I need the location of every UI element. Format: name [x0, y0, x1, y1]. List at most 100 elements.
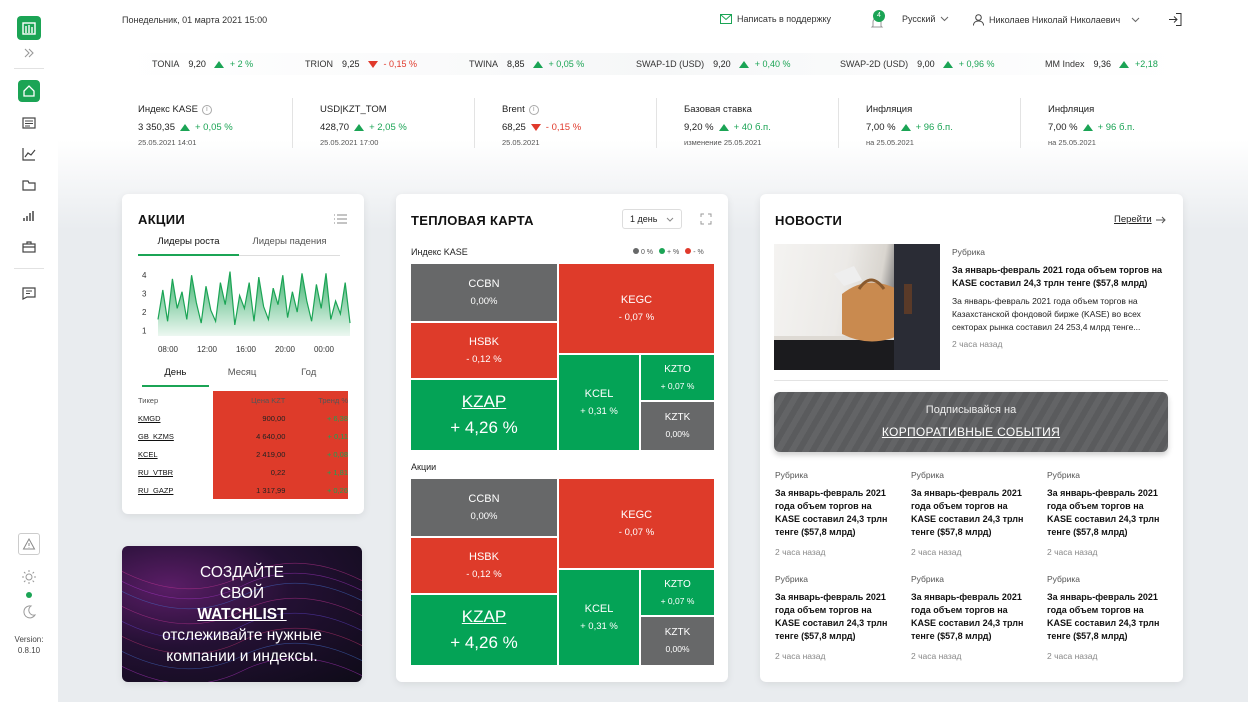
news-goto-link[interactable]: Перейти	[1114, 214, 1166, 225]
cell-ticker: CCBN	[468, 492, 500, 505]
version-number: 0.8.10	[17, 646, 41, 655]
ticker-item[interactable]: TRION 9,25 - 0,15 %	[305, 59, 417, 69]
table-row[interactable]: KCEL 2 419,00 + 0,08	[138, 445, 348, 463]
news-rubric: Рубрика	[775, 470, 808, 480]
arrow-up-icon	[942, 60, 953, 68]
news-main-image[interactable]	[774, 244, 940, 370]
news-item[interactable]: Рубрика За январь-февраль 2021 года объем…	[1047, 470, 1167, 557]
cell-ticker: KCEL	[584, 602, 614, 615]
table-row[interactable]: GB_KZMS 4 640,00 + 0,11	[138, 427, 348, 445]
heatmap-cell-kzto[interactable]: KZTO + 0,07 %	[640, 569, 715, 616]
news-item[interactable]: Рубрика За январь-февраль 2021 года объем…	[775, 470, 895, 557]
indicator-item[interactable]: Brent i 68,25 - 0,15 % 25.05.2021	[502, 104, 672, 147]
table-header: Тикер Цена KZT Тренд %	[138, 391, 348, 409]
heatmap-cell-kztk[interactable]: KZTK 0,00%	[640, 401, 715, 451]
chart-line-icon[interactable]	[18, 143, 40, 165]
heatmap-cell-hsbk[interactable]: HSBK - 0,12 %	[410, 537, 558, 594]
indicator-change: + 2,05 %	[369, 122, 407, 133]
ticker-item[interactable]: MM Index 9,36 +2,18	[1045, 59, 1158, 69]
subscribe-banner[interactable]: Подписывайся на КОРПОРАТИВНЫЕ СОБЫТИЯ	[774, 392, 1168, 452]
cell-percent: - 0,12 %	[466, 353, 502, 365]
message-icon[interactable]	[18, 282, 40, 304]
news-main[interactable]: Рубрика За январь-февраль 2021 года объе…	[952, 246, 1167, 351]
heatmap-cell-kegc[interactable]: KEGC - 0,07 %	[558, 263, 715, 354]
subscribe-line2: КОРПОРАТИВНЫЕ СОБЫТИЯ	[881, 425, 1061, 439]
table-row[interactable]: RU_VTBR 0,22 + 1,81	[138, 463, 348, 481]
language-select[interactable]: Русский	[902, 14, 949, 24]
arrow-up-icon	[900, 124, 911, 131]
heatmap-cell-ccbn[interactable]: CCBN 0,00%	[410, 478, 558, 537]
moon-icon[interactable]	[18, 601, 40, 623]
expand-icon[interactable]	[18, 42, 40, 64]
row-ticker[interactable]: GB_KZMS	[138, 427, 213, 445]
table-row[interactable]: KMGD 900,00 + 6,38	[138, 409, 348, 427]
heatmap-cell-kzap[interactable]: KZAP + 4,26 %	[410, 594, 558, 666]
logo-icon[interactable]	[17, 16, 41, 40]
tab-fall-leaders[interactable]: Лидеры падения	[239, 236, 340, 256]
row-ticker[interactable]: RU_VTBR	[138, 463, 213, 481]
list-icon[interactable]	[334, 214, 347, 224]
period-select[interactable]: 1 день	[622, 209, 682, 229]
tab-month[interactable]: Месяц	[208, 367, 276, 387]
heatmap-cell-kcel[interactable]: KCEL + 0,31 %	[558, 354, 640, 451]
table-row[interactable]: RU_GAZP 1 317,99 + 0,26	[138, 481, 348, 499]
ticker-item[interactable]: TWINA 8,85 + 0,05 %	[469, 59, 584, 69]
heatmap-cell-hsbk[interactable]: HSBK - 0,12 %	[410, 322, 558, 379]
ticker-item[interactable]: SWAP-2D (USD) 9,00 + 0,96 %	[840, 59, 994, 69]
cell-percent: + 0,07 %	[660, 595, 695, 606]
indicator-item[interactable]: USD|KZT_TOM 428,70 + 2,05 % 25.05.2021 17:0…	[320, 104, 490, 147]
support-link[interactable]: Написать в поддержку	[720, 14, 831, 24]
ticker-change: - 0,15 %	[383, 59, 418, 69]
divider	[656, 98, 657, 148]
news-time: 2 часа назад	[911, 651, 962, 661]
y-tick-label: 3	[142, 290, 147, 299]
indicator-item[interactable]: Инфляция 7,00 % + 96 б.п. на 25.05.2021	[1048, 104, 1218, 147]
watchlist-banner[interactable]: СОЗДАЙТЕ СВОЙ WATCHLIST отслеживайте нуж…	[122, 546, 362, 682]
heatmap-cell-kegc[interactable]: KEGC - 0,07 %	[558, 478, 715, 569]
theme-indicator	[26, 592, 32, 598]
home-icon[interactable]	[18, 80, 40, 102]
heatmap-cell-ccbn[interactable]: CCBN 0,00%	[410, 263, 558, 322]
ticker-name: SWAP-2D (USD)	[840, 59, 909, 69]
warning-icon[interactable]	[18, 533, 40, 555]
stocks-title: АКЦИИ	[138, 212, 186, 227]
news-item[interactable]: Рубрика За январь-февраль 2021 года объем…	[911, 470, 1031, 557]
indicator-item[interactable]: Инфляция 7,00 % + 96 б.п. на 25.05.2021	[866, 104, 1036, 147]
goto-label: Перейти	[1114, 214, 1152, 225]
news-rubric: Рубрика	[1047, 574, 1080, 584]
heatmap-cell-kzap[interactable]: KZAP + 4,26 %	[410, 379, 558, 451]
row-ticker[interactable]: KCEL	[138, 445, 213, 463]
folder-icon[interactable]	[18, 174, 40, 196]
news-icon[interactable]	[18, 112, 40, 134]
tab-growth-leaders[interactable]: Лидеры роста	[138, 236, 239, 256]
cell-percent: - 0,07 %	[618, 526, 655, 538]
ticker-item[interactable]: SWAP-1D (USD) 9,20 + 0,40 %	[636, 59, 790, 69]
news-item[interactable]: Рубрика За январь-февраль 2021 года объем…	[1047, 574, 1167, 661]
indicator-item[interactable]: Базовая ставка 9,20 % + 40 б.п. изменение 2…	[684, 104, 854, 147]
user-menu[interactable]: Николаев Николай Николаевич	[973, 14, 1140, 26]
row-ticker[interactable]: KMGD	[138, 409, 213, 427]
tab-day[interactable]: День	[142, 367, 209, 387]
indicator-item[interactable]: Индекс KASE i 3 350,35 + 0,05 % 25.05.2021 1…	[138, 104, 308, 147]
row-ticker[interactable]: RU_GAZP	[138, 481, 213, 499]
sun-icon[interactable]	[18, 566, 40, 588]
info-icon[interactable]: i	[528, 104, 539, 115]
heatmap-cell-kcel[interactable]: KCEL + 0,31 %	[558, 569, 640, 666]
row-trend: + 0,08	[285, 445, 348, 463]
tab-year[interactable]: Год	[275, 367, 343, 387]
cell-ticker: KCEL	[584, 387, 614, 400]
logout-button[interactable]	[1168, 12, 1183, 32]
info-icon[interactable]: i	[201, 104, 212, 115]
expand-icon[interactable]	[700, 213, 712, 225]
heatmap-cell-kzto[interactable]: KZTO + 0,07 %	[640, 354, 715, 401]
cell-ticker: KZTO	[664, 578, 691, 590]
notifications-button[interactable]: 4	[870, 10, 886, 30]
briefcase-icon[interactable]	[18, 236, 40, 258]
logout-icon	[1169, 13, 1182, 26]
heatmap-cell-kztk[interactable]: KZTK 0,00%	[640, 616, 715, 666]
arrow-up-icon	[1119, 60, 1130, 68]
ticker-item[interactable]: TONIA 9,20 + 2 %	[152, 59, 253, 69]
bar-chart-icon[interactable]	[18, 205, 40, 227]
news-item[interactable]: Рубрика За январь-февраль 2021 года объем…	[775, 574, 895, 661]
news-item[interactable]: Рубрика За январь-февраль 2021 года объем…	[911, 574, 1031, 661]
